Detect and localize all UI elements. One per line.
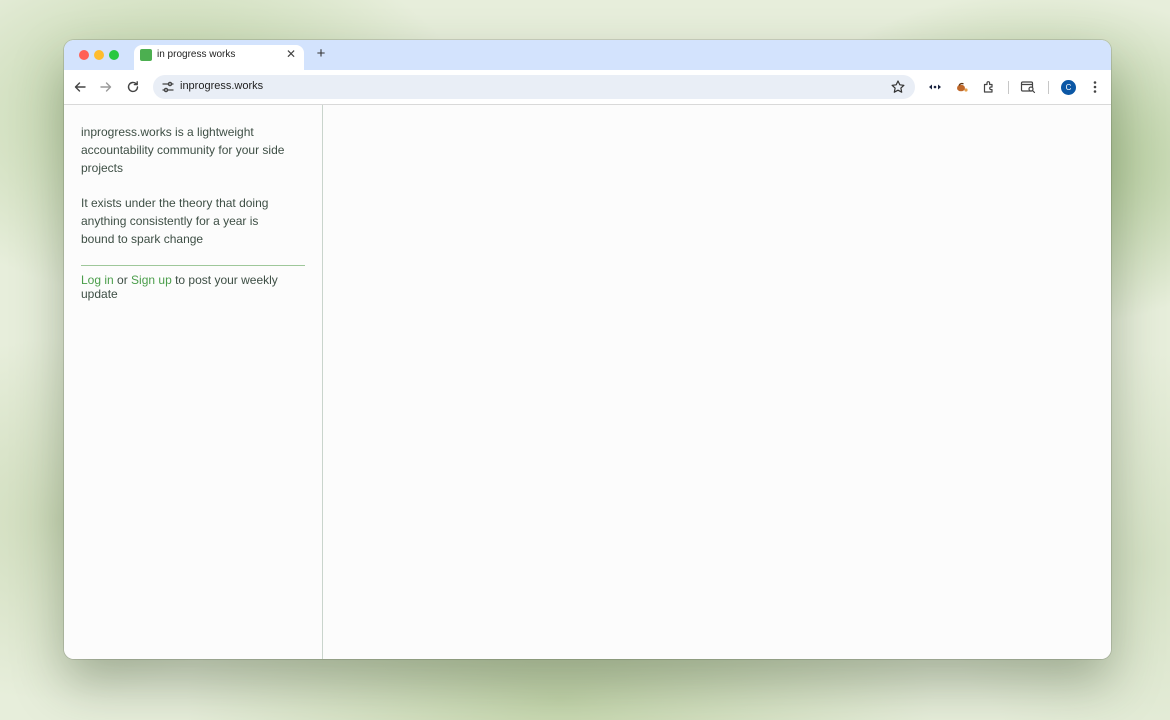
signup-link[interactable]: Sign up xyxy=(131,273,172,287)
bookmark-star-icon[interactable] xyxy=(890,79,906,95)
more-menu-icon[interactable] xyxy=(1086,78,1104,96)
intro-text: inprogress.works is a lightweight accoun… xyxy=(81,123,291,265)
favicon-icon xyxy=(140,49,152,61)
sidebar: inprogress.works is a lightweight accoun… xyxy=(64,105,323,659)
forward-icon[interactable] xyxy=(97,78,115,96)
minimize-window-button[interactable] xyxy=(94,50,104,60)
main-panel xyxy=(323,105,1111,659)
page-content: inprogress.works is a lightweight accoun… xyxy=(64,105,1111,659)
auth-prompt: Log in or Sign up to post your weekly up… xyxy=(81,273,305,301)
intro-paragraph-1: inprogress.works is a lightweight accoun… xyxy=(81,125,285,175)
intro-paragraph-2: It exists under the theory that doing an… xyxy=(81,196,269,246)
profile-avatar[interactable]: C xyxy=(1061,80,1076,95)
browser-window: in progress works ✕ + inprogress.works C… xyxy=(64,40,1111,659)
reload-icon[interactable] xyxy=(124,78,142,96)
tab-strip: in progress works ✕ + xyxy=(64,40,1111,70)
zoom-window-button[interactable] xyxy=(109,50,119,60)
url-text[interactable]: inprogress.works xyxy=(180,80,263,92)
login-link[interactable]: Log in xyxy=(81,273,114,287)
toolbar-divider xyxy=(1048,81,1049,94)
tab-active[interactable]: in progress works ✕ xyxy=(134,45,304,70)
close-tab-icon[interactable]: ✕ xyxy=(284,47,298,61)
tab-search-icon[interactable] xyxy=(1019,78,1037,96)
toolbar-divider xyxy=(1008,81,1009,94)
address-bar[interactable]: inprogress.works xyxy=(153,75,915,99)
tab-title: in progress works xyxy=(157,49,236,60)
close-window-button[interactable] xyxy=(79,50,89,60)
extensions-puzzle-icon[interactable] xyxy=(980,78,998,96)
extension-icon[interactable] xyxy=(926,78,944,96)
sidebar-divider xyxy=(81,265,305,266)
or-text: or xyxy=(113,273,132,287)
new-tab-button[interactable]: + xyxy=(314,46,328,62)
back-icon[interactable] xyxy=(71,78,89,96)
extension-icon[interactable] xyxy=(953,78,971,96)
site-settings-icon[interactable] xyxy=(160,79,176,95)
browser-toolbar: inprogress.works C xyxy=(64,70,1111,105)
